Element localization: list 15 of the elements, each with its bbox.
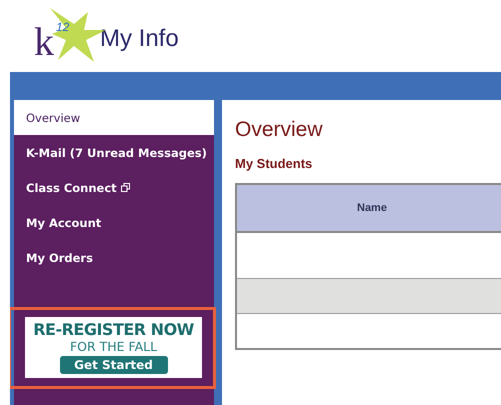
get-started-button[interactable]: Get Started [60,356,168,374]
promo-subline: FOR THE FALL [70,339,158,354]
sidebar-item[interactable]: K-Mail (7 Unread Messages) [14,135,214,170]
logo-letter: k [34,22,54,62]
external-link-icon [120,183,130,192]
sidebar-item[interactable]: My Account [14,205,214,240]
column-header: Name [236,184,501,232]
sidebar-item-label: Class Connect [26,180,117,194]
section-title: Overview [235,118,324,142]
subsection-heading: My Students [235,156,314,171]
page-title: My Info [100,25,179,53]
promo-headline: RE-REGISTER NOW [33,320,194,339]
sidebar-item[interactable]: Overview [14,100,214,135]
sidebar-item[interactable]: My Orders [14,240,214,275]
sidebar-item[interactable]: Class Connect [14,170,214,205]
